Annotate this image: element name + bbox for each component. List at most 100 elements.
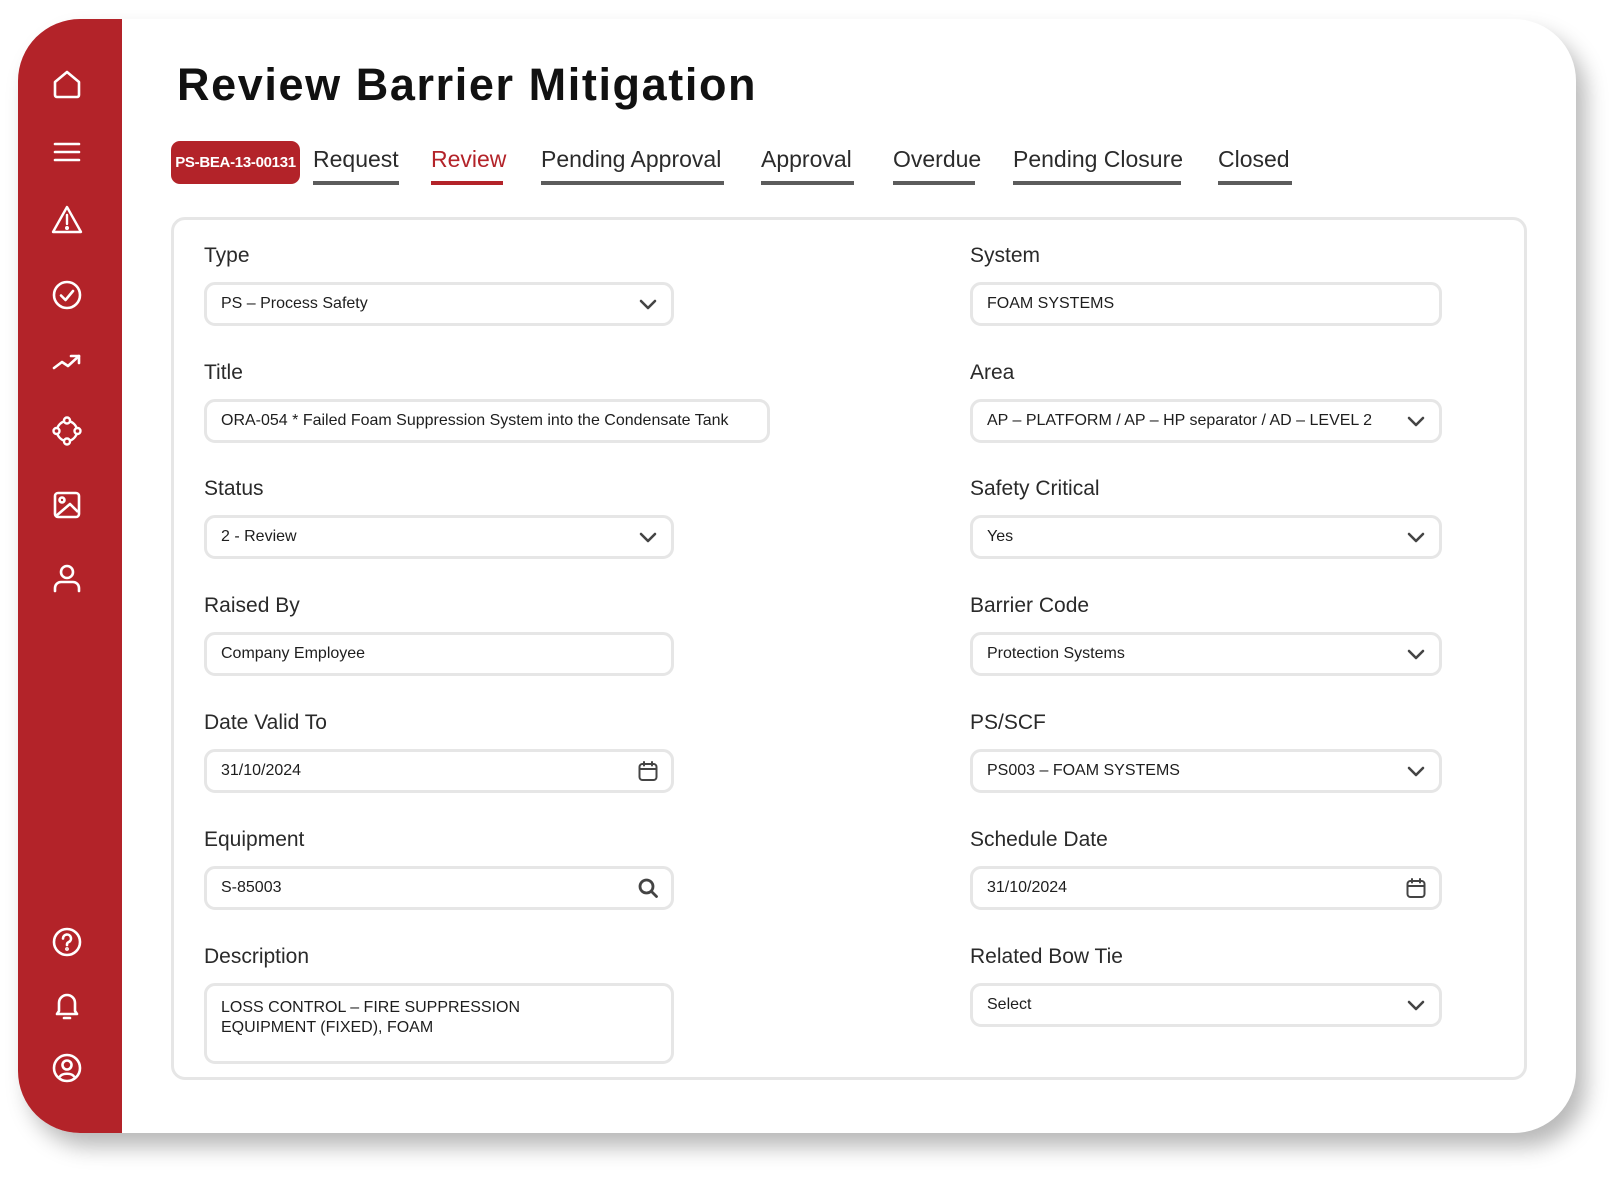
record-id-badge: PS-BEA-13-00131 [171,141,300,184]
date-valid-to-label: Date Valid To [204,711,327,734]
tab-label: Review [431,146,507,172]
type-select[interactable]: PS – Process Safety [204,282,674,326]
schedule-date-input[interactable]: 31/10/2024 [970,866,1442,910]
title-field: Title ORA-054 * Failed Foam Suppression … [204,357,770,443]
status-select[interactable]: 2 - Review [204,515,674,559]
description-label: Description [204,945,310,968]
safety-critical-field: Safety Critical Yes [970,473,1442,559]
tab-underline [893,181,975,185]
raised-by-label: Raised By [204,594,300,617]
schedule-date-value: 31/10/2024 [987,879,1068,896]
chevron-down-icon [637,526,659,548]
area-value: AP – PLATFORM / AP – HP separator / AD –… [987,412,1373,429]
help-icon[interactable] [51,926,83,958]
type-value: PS – Process Safety [221,295,368,312]
title-value: ORA-054 * Failed Foam Suppression System… [221,412,729,429]
tab-underline [541,181,724,185]
account-icon[interactable] [51,1052,83,1084]
tab-label: Closed [1218,146,1290,172]
tab-label: Pending Closure [1013,146,1184,172]
tab-label: Request [313,146,399,172]
title-input[interactable]: ORA-054 * Failed Foam Suppression System… [204,399,770,443]
date-valid-to-field: Date Valid To 31/10/2024 [204,707,674,793]
ps-scf-field: PS/SCF PS003 – FOAM SYSTEMS [970,707,1442,793]
tab-underline [431,181,503,185]
date-valid-to-value: 31/10/2024 [221,762,302,779]
barrier-form-panel: Type PS – Process Safety Title ORA-054 *… [171,217,1527,1080]
raised-by-field: Raised By Company Employee [204,590,674,676]
calendar-icon[interactable] [637,760,659,782]
check-circle-icon[interactable] [51,279,83,311]
system-field: System FOAM SYSTEMS [970,240,1442,326]
barrier-code-label: Barrier Code [970,594,1090,617]
ps-scf-label: PS/SCF [970,711,1046,734]
barrier-code-value: Protection Systems [987,645,1125,662]
type-label: Type [204,244,250,267]
tab-pending-approval[interactable]: Pending Approval [541,141,724,185]
image-icon[interactable] [51,489,83,521]
bell-icon[interactable] [51,989,83,1021]
page-title: Review Barrier Mitigation [177,59,758,110]
title-label: Title [204,361,243,384]
ps-scf-select[interactable]: PS003 – FOAM SYSTEMS [970,749,1442,793]
equipment-search-input[interactable]: S-85003 [204,866,674,910]
safety-critical-select[interactable]: Yes [970,515,1442,559]
barrier-code-field: Barrier Code Protection Systems [970,590,1442,676]
raised-by-input[interactable]: Company Employee [204,632,674,676]
description-line: LOSS CONTROL – FIRE SUPPRESSION [221,999,521,1016]
related-bow-tie-value: Select [987,996,1032,1013]
equipment-field: Equipment S-85003 [204,824,674,910]
tab-closed[interactable]: Closed [1218,141,1292,185]
tab-pending-closure[interactable]: Pending Closure [1013,141,1184,185]
tab-approval[interactable]: Approval [761,141,854,185]
tab-review[interactable]: Review [431,141,507,185]
schedule-date-label: Schedule Date [970,828,1108,851]
user-icon[interactable] [51,562,83,594]
home-icon[interactable] [51,68,83,100]
related-bow-tie-select[interactable]: Select [970,983,1442,1027]
type-field: Type PS – Process Safety [204,240,674,326]
chevron-down-icon [1405,760,1427,782]
network-icon[interactable] [51,415,83,447]
safety-critical-label: Safety Critical [970,477,1100,500]
tab-underline [1218,181,1292,185]
ps-scf-value: PS003 – FOAM SYSTEMS [987,762,1180,779]
status-label: Status [204,477,264,500]
schedule-date-field: Schedule Date 31/10/2024 [970,824,1442,910]
system-label: System [970,244,1041,267]
tab-underline [1013,181,1181,185]
description-textarea[interactable]: LOSS CONTROL – FIRE SUPPRESSION EQUIPMEN… [204,983,674,1064]
area-select[interactable]: AP – PLATFORM / AP – HP separator / AD –… [970,399,1442,443]
app-window: Review Barrier Mitigation PS-BEA-13-0013… [18,19,1576,1133]
chevron-down-icon [1405,526,1427,548]
system-value: FOAM SYSTEMS [987,295,1115,312]
search-icon[interactable] [637,877,659,899]
tab-underline [761,181,854,185]
tab-label: Pending Approval [541,146,722,172]
tab-request[interactable]: Request [313,141,399,185]
tab-underline [313,181,399,185]
date-valid-to-input[interactable]: 31/10/2024 [204,749,674,793]
related-bow-tie-field: Related Bow Tie Select [970,941,1442,1027]
sidebar [18,19,122,1133]
chevron-down-icon [1405,994,1427,1016]
trend-up-icon[interactable] [51,346,83,378]
equipment-value: S-85003 [221,879,282,896]
barrier-code-select[interactable]: Protection Systems [970,632,1442,676]
tab-label: Overdue [893,146,982,172]
raised-by-value: Company Employee [221,645,366,662]
calendar-icon[interactable] [1405,877,1427,899]
menu-icon[interactable] [51,136,83,168]
tab-overdue[interactable]: Overdue [893,141,981,185]
chevron-down-icon [1405,410,1427,432]
area-field: Area AP – PLATFORM / AP – HP separator /… [970,357,1442,443]
area-label: Area [970,361,1015,384]
tab-label: Approval [761,146,852,172]
chevron-down-icon [1405,643,1427,665]
system-input[interactable]: FOAM SYSTEMS [970,282,1442,326]
description-field: Description LOSS CONTROL – FIRE SUPPRESS… [204,941,674,1064]
status-field: Status 2 - Review [204,473,674,559]
warning-icon[interactable] [51,204,83,236]
status-value: 2 - Review [221,528,297,545]
description-line: EQUIPMENT (FIXED), FOAM [221,1019,434,1036]
